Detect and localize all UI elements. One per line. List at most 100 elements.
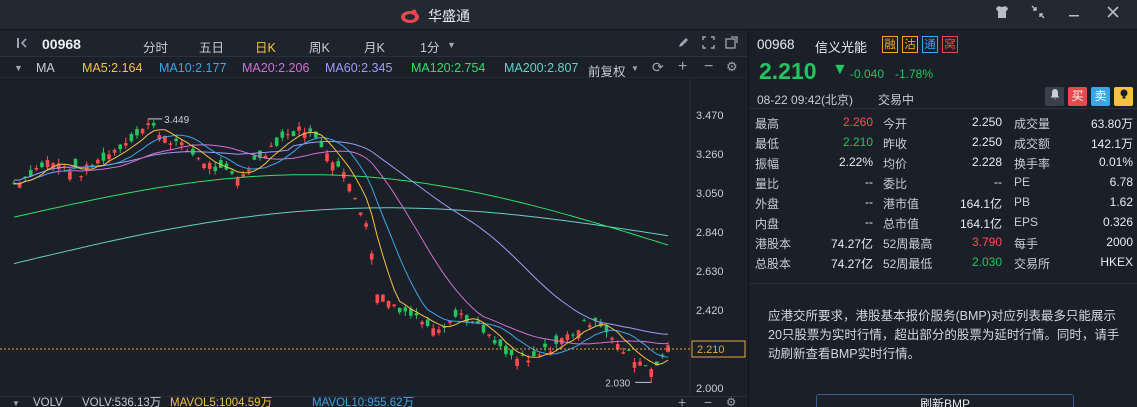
stat-label: 外盘 <box>755 197 780 211</box>
stat-value: -- <box>865 195 873 209</box>
candle-body <box>643 365 648 367</box>
stats-row: 总股本 74.27亿 52周最低 2.030 交易所 HKEX <box>749 255 1137 275</box>
shirt-icon[interactable] <box>993 5 1011 23</box>
stat-value: 2.22% <box>838 155 873 169</box>
stat-value: 2.228 <box>971 155 1002 169</box>
close-icon[interactable] <box>1104 5 1122 23</box>
add-icon[interactable]: + <box>678 397 686 407</box>
candle-body <box>610 337 614 340</box>
candle-body <box>96 159 100 164</box>
sell-button[interactable]: 卖 <box>1091 87 1110 106</box>
stat-label: PE <box>1014 175 1031 189</box>
candle-body <box>459 313 463 315</box>
candle-body <box>146 123 150 125</box>
ma-label: MA <box>36 61 55 75</box>
stat-value: 0.01% <box>1098 155 1133 169</box>
remove-icon[interactable]: − <box>704 58 713 76</box>
refresh-icon[interactable]: ⟳ <box>652 59 664 76</box>
candle-body <box>414 313 419 316</box>
candle-body <box>308 128 313 132</box>
add-icon[interactable]: + <box>678 58 687 76</box>
stat-value: 6.78 <box>1109 175 1133 189</box>
tab-monthly-k[interactable]: 月K <box>364 37 385 56</box>
collapse-panel-icon[interactable] <box>14 36 30 52</box>
refresh-bmp-button[interactable]: 刷新BMP <box>816 394 1074 407</box>
ma10-value: MA10:2.177 <box>159 61 227 75</box>
kline-svg[interactable]: 3.470 3.260 3.050 2.840 2.630 2.420 2.210 2.000… <box>0 79 747 395</box>
collapse-icon[interactable] <box>1029 5 1047 23</box>
remove-icon[interactable]: − <box>704 397 712 407</box>
candle-body <box>487 334 491 336</box>
candle-body <box>492 340 497 344</box>
stat-value: HKEX <box>1100 255 1133 269</box>
candle-body <box>213 166 218 171</box>
minimize-icon[interactable] <box>1065 5 1083 23</box>
candle-body <box>353 198 357 200</box>
candle-body <box>73 158 78 167</box>
stat-label: 换手率 <box>1014 157 1051 171</box>
stat-label: 港股本 <box>755 237 792 251</box>
candle-body <box>196 158 201 160</box>
candle-body <box>269 145 273 147</box>
quote-header: 00968 信义光能 融 沽 通 窝 2.210 ▼ -0.040 -1.78%… <box>749 31 1137 109</box>
ma-dropdown-icon[interactable]: ▼ <box>14 63 23 73</box>
buy-button[interactable]: 买 <box>1068 87 1087 106</box>
candle-body <box>375 294 380 303</box>
candle-body <box>202 163 206 169</box>
popout-icon[interactable] <box>723 36 739 52</box>
candle-body <box>123 142 128 146</box>
tab-five-day[interactable]: 五日 <box>199 37 224 56</box>
candle-body <box>179 142 184 146</box>
candle-body <box>45 159 50 168</box>
app-title: 华盛通 <box>428 8 470 24</box>
trading-status: 交易中 <box>878 93 915 107</box>
candle-body <box>420 321 424 325</box>
chevron-down-icon[interactable]: ▼ <box>631 64 639 73</box>
tab-intraday[interactable]: 分时 <box>143 37 168 56</box>
settings-gear-icon[interactable]: ⚙ <box>726 59 738 75</box>
alert-bell-icon[interactable] <box>1045 87 1064 106</box>
candle-body <box>515 358 519 366</box>
vol-dropdown-icon[interactable]: ▼ <box>12 398 20 407</box>
ma60-value: MA60:2.345 <box>325 61 393 75</box>
tab-daily-k[interactable]: 日K <box>255 37 276 56</box>
stats-row: 内盘 -- 总市值 164.1亿 EPS 0.326 <box>749 215 1137 235</box>
candle-body <box>280 131 285 138</box>
vol-label: VOLV <box>33 397 63 407</box>
lightbulb-icon[interactable] <box>1114 87 1133 106</box>
stat-label: 成交量 <box>1014 117 1051 131</box>
y-tick-label: 2.000 <box>696 383 724 394</box>
stat-value: 2.250 <box>971 135 1002 149</box>
tab-weekly-k[interactable]: 周K <box>309 37 330 56</box>
bmp-notice: 应港交所要求，港股基本报价服务(BMP)对应列表最多只能展示20只股票为实时行情… <box>749 283 1137 407</box>
candle-body <box>107 154 111 159</box>
stat-value: 164.1亿 <box>959 197 1002 211</box>
candle-body <box>437 329 441 333</box>
stats-row: 最低 2.210 昨收 2.250 成交额 142.1万 <box>749 135 1137 155</box>
settings-gear-icon[interactable]: ⚙ <box>726 397 736 407</box>
candle-body <box>649 369 654 378</box>
candle-body <box>336 161 341 167</box>
stat-label: 今开 <box>883 117 908 131</box>
stat-label: 均价 <box>883 157 908 171</box>
stat-value: -- <box>994 175 1002 189</box>
y-tick-label: 2.840 <box>696 227 724 239</box>
tab-minute-select[interactable]: 1分 <box>420 37 439 56</box>
candle-body <box>397 307 402 313</box>
stat-label: EPS <box>1014 215 1039 229</box>
candle-body <box>129 134 134 142</box>
kline-chart[interactable]: 3.470 3.260 3.050 2.840 2.630 2.420 2.210 2.000… <box>0 79 747 395</box>
tag-warrant: 窝 <box>942 36 958 53</box>
stat-label: 振幅 <box>755 157 780 171</box>
y-tick-label: 3.470 <box>696 110 724 122</box>
fullscreen-icon[interactable] <box>700 36 716 52</box>
candle-body <box>582 320 586 322</box>
pen-icon[interactable] <box>675 36 691 52</box>
chevron-down-icon[interactable]: ▼ <box>447 40 456 50</box>
ma20-value: MA20:2.206 <box>242 61 310 75</box>
quote-time: 08-22 09:42(北京) <box>757 93 854 107</box>
mavol10-value: MAVOL10:955.62万 <box>312 397 415 407</box>
adjust-dropdown[interactable]: 前复权 <box>588 61 626 80</box>
stat-label: 52周最高 <box>883 237 933 251</box>
candle-body <box>252 155 257 160</box>
